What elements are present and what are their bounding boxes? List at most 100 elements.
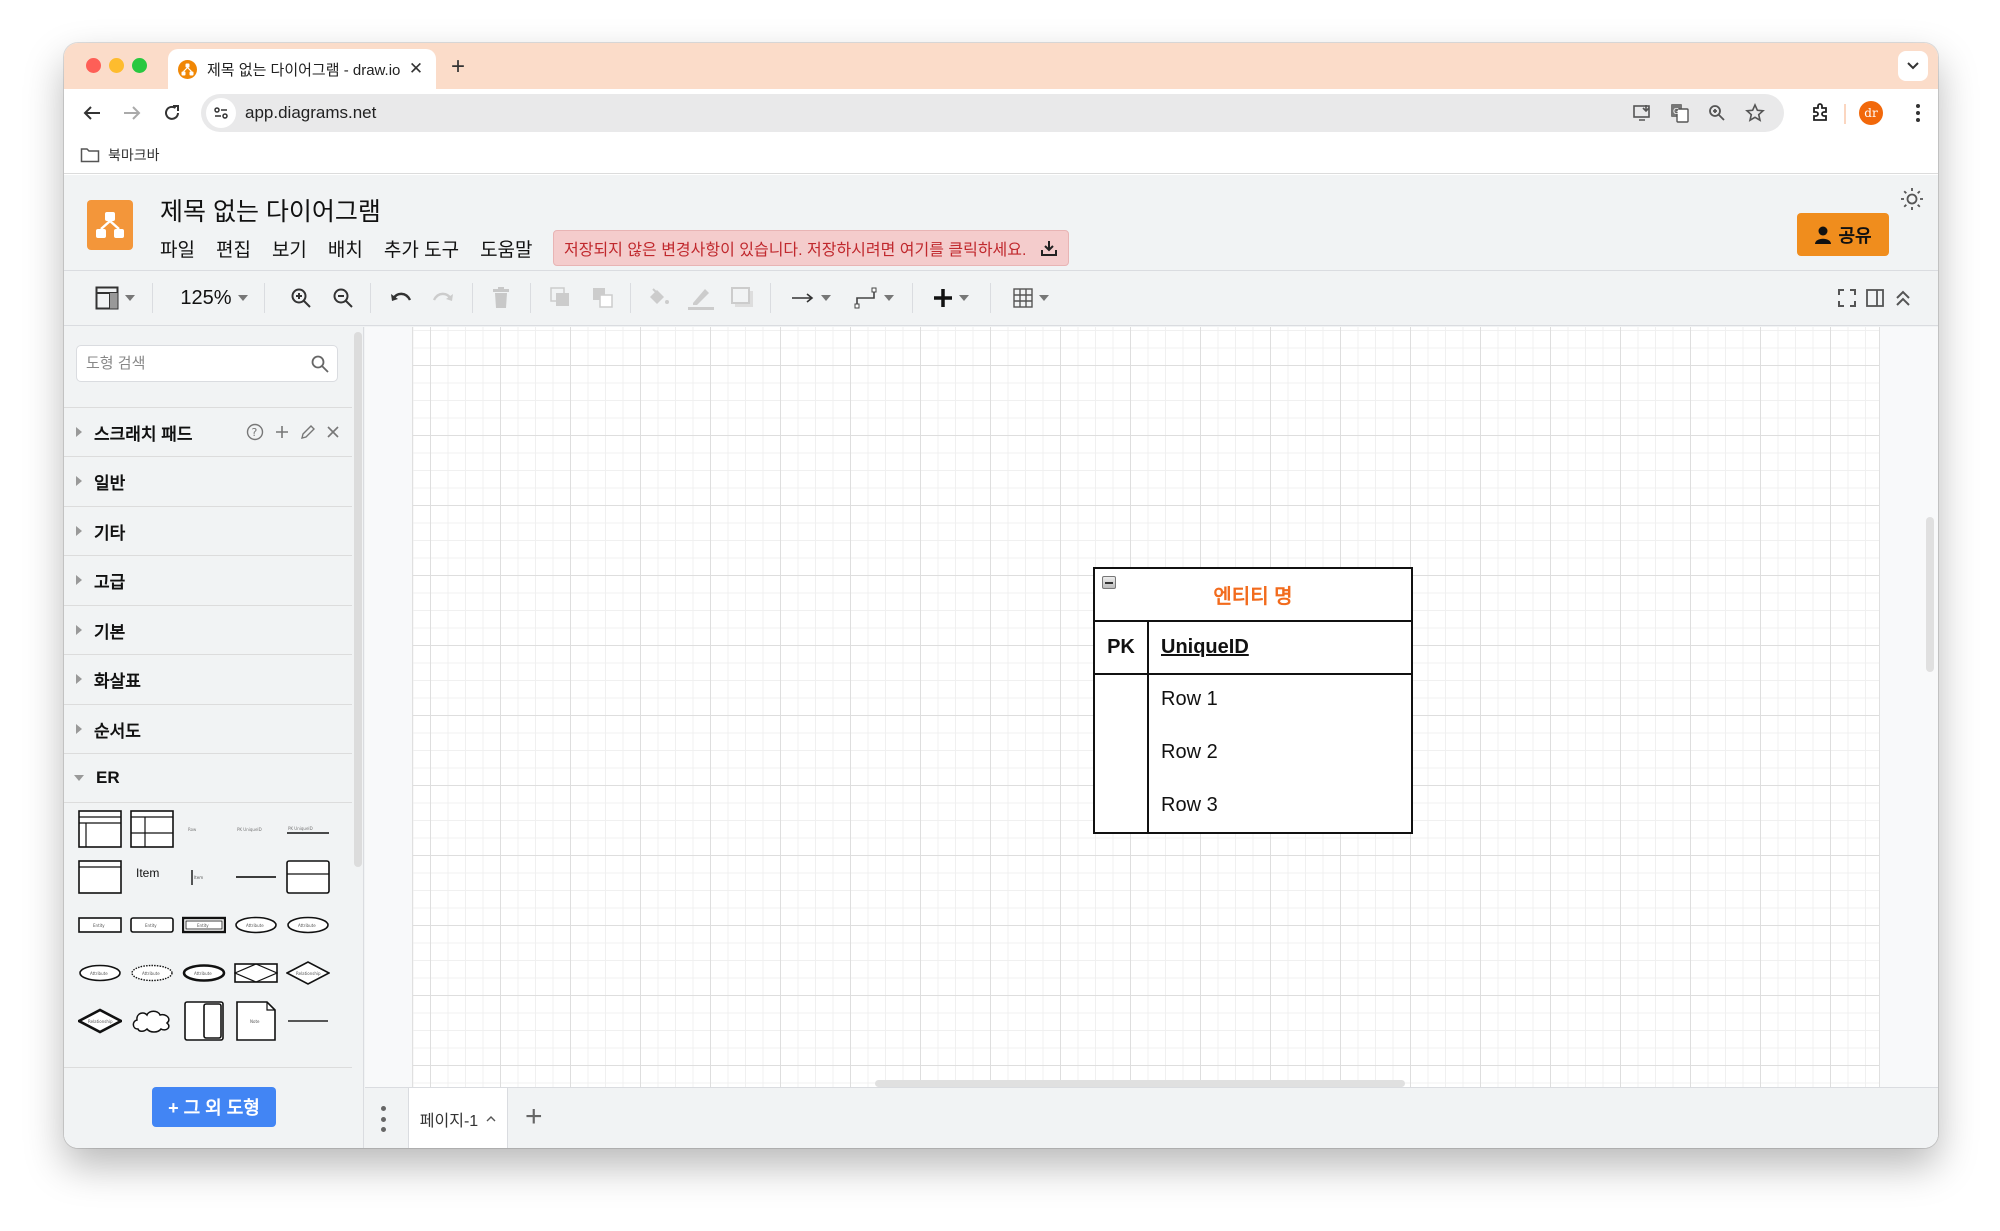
menu-arrange[interactable]: 배치 bbox=[328, 235, 363, 262]
er-shape-associative-entity[interactable] bbox=[234, 953, 278, 993]
sidebar-scrollbar[interactable] bbox=[354, 332, 362, 867]
theme-toggle-button[interactable] bbox=[1900, 187, 1924, 211]
insert-dropdown[interactable] bbox=[926, 283, 976, 313]
add-page-button[interactable]: + bbox=[525, 1102, 543, 1132]
shape-search-field[interactable] bbox=[76, 345, 338, 382]
sidebar-section-arrows[interactable]: 화살표 bbox=[64, 654, 352, 703]
fullscreen-button[interactable] bbox=[1834, 283, 1860, 313]
fill-color-button[interactable] bbox=[644, 283, 674, 313]
sidebar-section-advanced[interactable]: 고급 bbox=[64, 555, 352, 604]
collapse-toolbar-button[interactable] bbox=[1890, 283, 1916, 313]
close-icon[interactable] bbox=[326, 425, 340, 439]
to-front-button[interactable] bbox=[546, 283, 576, 313]
translate-icon[interactable]: G bbox=[1669, 102, 1691, 124]
add-icon[interactable] bbox=[274, 424, 290, 440]
page-tab-active[interactable]: 페이지-1 bbox=[408, 1088, 508, 1148]
er-shape-attribute-2[interactable]: Attribute bbox=[286, 905, 330, 945]
connection-style-dropdown[interactable] bbox=[786, 283, 836, 313]
edit-icon[interactable] bbox=[300, 424, 316, 440]
pk-field-name[interactable]: UniqueID bbox=[1161, 636, 1249, 659]
er-shape-pk-row[interactable]: PK UniqueID bbox=[234, 809, 278, 849]
zoom-indicator-icon[interactable] bbox=[1706, 102, 1728, 124]
maximize-window-button[interactable] bbox=[132, 58, 147, 73]
url-text[interactable]: app.diagrams.net bbox=[245, 103, 376, 123]
er-shape-list[interactable] bbox=[78, 857, 122, 897]
toggle-format-panel-button[interactable] bbox=[1862, 283, 1888, 313]
er-shape-table[interactable] bbox=[78, 809, 122, 849]
zoom-in-button[interactable] bbox=[286, 283, 316, 313]
menu-extras[interactable]: 추가 도구 bbox=[384, 235, 459, 262]
unsaved-changes-banner[interactable]: 저장되지 않은 변경사항이 있습니다. 저장하시려면 여기를 클릭하세요. bbox=[553, 230, 1069, 266]
entity-row[interactable]: Row 1 bbox=[1161, 688, 1218, 711]
canvas-vertical-scrollbar[interactable] bbox=[1926, 517, 1934, 672]
er-shape-relationship[interactable]: Relationship bbox=[286, 953, 330, 993]
er-shape-identifying-relationship[interactable]: Relationship bbox=[78, 1001, 122, 1041]
forward-button[interactable] bbox=[118, 99, 146, 127]
zoom-out-button[interactable] bbox=[328, 283, 358, 313]
drawio-logo[interactable] bbox=[87, 200, 133, 250]
redo-button[interactable] bbox=[428, 283, 458, 313]
er-shape-row[interactable]: Row bbox=[182, 809, 226, 849]
browser-tab-active[interactable]: 제목 없는 다이어그램 - draw.io ✕ bbox=[168, 49, 436, 89]
undo-button[interactable] bbox=[386, 283, 416, 313]
sidebar-section-basic[interactable]: 기본 bbox=[64, 605, 352, 654]
pages-menu-button[interactable] bbox=[379, 1106, 387, 1132]
sidebar-section-scratchpad[interactable]: 스크래치 패드 ? bbox=[64, 407, 352, 456]
sidebar-section-flowchart[interactable]: 순서도 bbox=[64, 704, 352, 753]
er-shape-weak-entity[interactable]: Entity bbox=[182, 905, 226, 945]
er-shape-multivalued-attribute[interactable]: Attribute bbox=[182, 953, 226, 993]
more-shapes-button[interactable]: + 그 외 도형 bbox=[152, 1087, 276, 1127]
shape-search-input[interactable] bbox=[77, 346, 297, 381]
table-dropdown[interactable] bbox=[1006, 283, 1056, 313]
er-shape-attribute[interactable]: Attribute bbox=[234, 905, 278, 945]
address-bar[interactable]: app.diagrams.net G bbox=[201, 94, 1784, 132]
format-panel-toggle[interactable] bbox=[92, 283, 138, 313]
er-shape-cloud[interactable] bbox=[130, 1001, 174, 1041]
er-shape-pk-row-line[interactable]: PK UniqueID bbox=[286, 809, 330, 849]
er-shape-table-2[interactable] bbox=[130, 809, 174, 849]
site-info-icon[interactable] bbox=[206, 98, 236, 128]
er-shape-line[interactable] bbox=[234, 857, 278, 897]
er-entity-table[interactable]: 엔티티 명 PK UniqueID Row 1 Row 2 Row 3 bbox=[1093, 567, 1413, 834]
close-tab-icon[interactable]: ✕ bbox=[406, 59, 426, 79]
entity-row[interactable]: Row 3 bbox=[1161, 794, 1218, 817]
minimize-window-button[interactable] bbox=[109, 58, 124, 73]
menu-file[interactable]: 파일 bbox=[160, 235, 195, 262]
back-button[interactable] bbox=[78, 99, 106, 127]
entity-pk-row[interactable]: PK UniqueID bbox=[1095, 622, 1411, 675]
help-icon[interactable]: ? bbox=[246, 423, 264, 441]
er-shape-connector-line[interactable] bbox=[286, 1001, 330, 1041]
menu-edit[interactable]: 편집 bbox=[216, 235, 251, 262]
er-shape-item[interactable]: Item bbox=[130, 857, 174, 897]
diagram-canvas[interactable]: 엔티티 명 PK UniqueID Row 1 Row 2 Row 3 bbox=[365, 327, 1938, 1087]
waypoints-dropdown[interactable] bbox=[849, 283, 899, 313]
entity-header[interactable]: 엔티티 명 bbox=[1095, 569, 1411, 622]
extensions-button[interactable] bbox=[1806, 99, 1834, 127]
er-shape-item-bar[interactable]: Item bbox=[182, 857, 226, 897]
er-shape-key-attribute[interactable]: Attribute bbox=[78, 953, 122, 993]
pk-label[interactable]: PK bbox=[1095, 622, 1147, 673]
to-back-button[interactable] bbox=[588, 283, 618, 313]
document-title[interactable]: 제목 없는 다이어그램 bbox=[160, 192, 381, 228]
tab-search-dropdown[interactable] bbox=[1898, 51, 1928, 81]
sidebar-section-er[interactable]: ER bbox=[64, 753, 352, 802]
share-button[interactable]: 공유 bbox=[1797, 213, 1889, 256]
er-shape-entity[interactable]: Entity bbox=[78, 905, 122, 945]
er-shape-entity-box[interactable] bbox=[286, 857, 330, 897]
er-shape-entity-rounded[interactable]: Entity bbox=[130, 905, 174, 945]
er-shape-note[interactable]: Note bbox=[234, 1001, 278, 1041]
er-shape-hierarchy[interactable] bbox=[182, 1001, 226, 1041]
delete-button[interactable] bbox=[486, 283, 516, 313]
bookmark-folder[interactable]: 북마크바 bbox=[80, 145, 160, 165]
canvas-horizontal-scrollbar[interactable] bbox=[875, 1080, 1405, 1087]
profile-avatar[interactable]: dr bbox=[1859, 101, 1883, 125]
sidebar-section-misc[interactable]: 기타 bbox=[64, 506, 352, 555]
menu-help[interactable]: 도움말 bbox=[480, 235, 532, 262]
line-color-button[interactable] bbox=[686, 283, 716, 313]
er-shape-derived-attribute[interactable]: Attribute bbox=[130, 953, 174, 993]
canvas-page-grid[interactable]: 엔티티 명 PK UniqueID Row 1 Row 2 Row 3 bbox=[412, 327, 1880, 1087]
new-tab-button[interactable]: + bbox=[444, 53, 472, 81]
entity-title[interactable]: 엔티티 명 bbox=[1213, 580, 1292, 609]
browser-menu-button[interactable] bbox=[1904, 99, 1932, 127]
reload-button[interactable] bbox=[158, 99, 186, 127]
